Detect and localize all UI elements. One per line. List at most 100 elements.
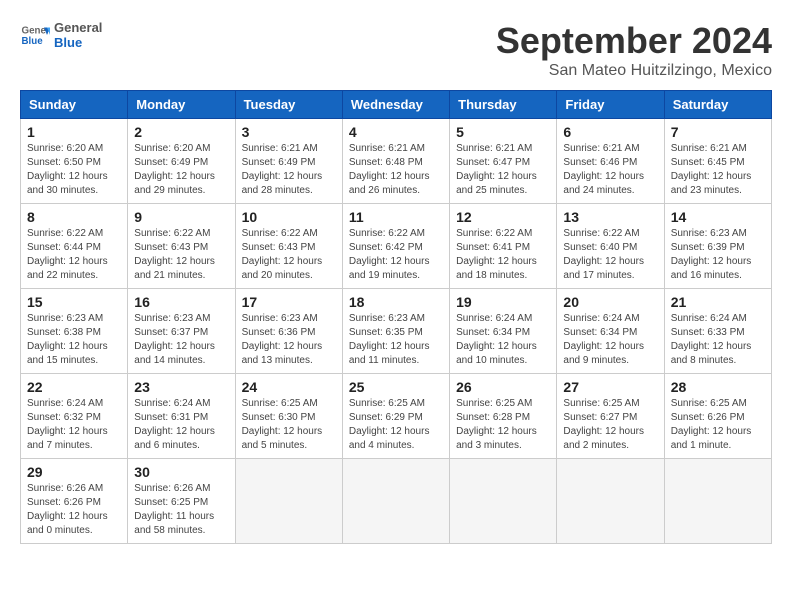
calendar-day: 1 Sunrise: 6:20 AMSunset: 6:50 PMDaylight… bbox=[21, 119, 128, 204]
day-number: 12 bbox=[456, 209, 550, 225]
day-info: Sunrise: 6:24 AMSunset: 6:34 PMDaylight:… bbox=[456, 312, 550, 368]
calendar-day: 5 Sunrise: 6:21 AMSunset: 6:47 PMDaylight… bbox=[450, 119, 557, 204]
week-row: 8Sunrise: 6:22 AMSunset: 6:44 PMDaylight… bbox=[21, 204, 772, 289]
day-number: 26 bbox=[456, 379, 550, 395]
day-number: 1 bbox=[27, 124, 121, 140]
day-number: 20 bbox=[563, 294, 657, 310]
day-info: Sunrise: 6:24 AMSunset: 6:34 PMDaylight:… bbox=[563, 312, 657, 368]
weekday-header-wednesday: Wednesday bbox=[342, 91, 449, 119]
day-number: 7 bbox=[671, 124, 765, 140]
logo-icon: General Blue bbox=[20, 20, 50, 50]
calendar-day: 9 Sunrise: 6:22 AMSunset: 6:43 PMDaylight… bbox=[128, 204, 235, 289]
week-row: 29 Sunrise: 6:26 AMSunset: 6:26 PMDayligh… bbox=[21, 459, 772, 544]
day-number: 5 bbox=[456, 124, 550, 140]
calendar-day: 15Sunrise: 6:23 AMSunset: 6:38 PMDayligh… bbox=[21, 289, 128, 374]
day-info: Sunrise: 6:25 AMSunset: 6:29 PMDaylight:… bbox=[349, 397, 443, 453]
logo-general-text: General bbox=[54, 20, 102, 35]
calendar-day bbox=[235, 459, 342, 544]
day-number: 14 bbox=[671, 209, 765, 225]
day-info: Sunrise: 6:25 AMSunset: 6:28 PMDaylight:… bbox=[456, 397, 550, 453]
header: General Blue General Blue September 2024… bbox=[20, 20, 772, 80]
calendar-day: 3 Sunrise: 6:21 AMSunset: 6:49 PMDaylight… bbox=[235, 119, 342, 204]
day-info: Sunrise: 6:23 AMSunset: 6:36 PMDaylight:… bbox=[242, 312, 336, 368]
day-info: Sunrise: 6:23 AMSunset: 6:37 PMDaylight:… bbox=[134, 312, 228, 368]
day-number: 3 bbox=[242, 124, 336, 140]
calendar-day: 11Sunrise: 6:22 AMSunset: 6:42 PMDayligh… bbox=[342, 204, 449, 289]
calendar-day: 29 Sunrise: 6:26 AMSunset: 6:26 PMDayligh… bbox=[21, 459, 128, 544]
day-number: 27 bbox=[563, 379, 657, 395]
svg-text:Blue: Blue bbox=[22, 36, 44, 47]
day-number: 6 bbox=[563, 124, 657, 140]
calendar-day: 24 Sunrise: 6:25 AMSunset: 6:30 PMDayligh… bbox=[235, 374, 342, 459]
calendar-day: 16Sunrise: 6:23 AMSunset: 6:37 PMDayligh… bbox=[128, 289, 235, 374]
calendar-day bbox=[664, 459, 771, 544]
day-info: Sunrise: 6:22 AMSunset: 6:43 PMDaylight:… bbox=[134, 227, 228, 283]
day-info: Sunrise: 6:24 AMSunset: 6:33 PMDaylight:… bbox=[671, 312, 765, 368]
calendar-day: 12 Sunrise: 6:22 AMSunset: 6:41 PMDayligh… bbox=[450, 204, 557, 289]
day-info: Sunrise: 6:23 AMSunset: 6:39 PMDaylight:… bbox=[671, 227, 765, 283]
location: San Mateo Huitzilzingo, Mexico bbox=[496, 62, 772, 80]
day-number: 30 bbox=[134, 464, 228, 480]
logo-blue-text: Blue bbox=[54, 35, 102, 50]
day-number: 23 bbox=[134, 379, 228, 395]
day-info: Sunrise: 6:21 AMSunset: 6:47 PMDaylight:… bbox=[456, 142, 550, 198]
calendar-day bbox=[557, 459, 664, 544]
calendar-day: 21 Sunrise: 6:24 AMSunset: 6:33 PMDayligh… bbox=[664, 289, 771, 374]
day-info: Sunrise: 6:21 AMSunset: 6:46 PMDaylight:… bbox=[563, 142, 657, 198]
weekday-header-saturday: Saturday bbox=[664, 91, 771, 119]
day-info: Sunrise: 6:22 AMSunset: 6:44 PMDaylight:… bbox=[27, 227, 121, 283]
day-info: Sunrise: 6:21 AMSunset: 6:48 PMDaylight:… bbox=[349, 142, 443, 198]
day-number: 28 bbox=[671, 379, 765, 395]
calendar: SundayMondayTuesdayWednesdayThursdayFrid… bbox=[20, 90, 772, 544]
day-number: 25 bbox=[349, 379, 443, 395]
day-number: 29 bbox=[27, 464, 121, 480]
week-row: 15Sunrise: 6:23 AMSunset: 6:38 PMDayligh… bbox=[21, 289, 772, 374]
day-info: Sunrise: 6:21 AMSunset: 6:45 PMDaylight:… bbox=[671, 142, 765, 198]
day-number: 22 bbox=[27, 379, 121, 395]
day-info: Sunrise: 6:23 AMSunset: 6:38 PMDaylight:… bbox=[27, 312, 121, 368]
week-row: 1 Sunrise: 6:20 AMSunset: 6:50 PMDaylight… bbox=[21, 119, 772, 204]
calendar-day bbox=[450, 459, 557, 544]
day-info: Sunrise: 6:26 AMSunset: 6:26 PMDaylight:… bbox=[27, 482, 121, 538]
day-info: Sunrise: 6:24 AMSunset: 6:32 PMDaylight:… bbox=[27, 397, 121, 453]
calendar-day: 6 Sunrise: 6:21 AMSunset: 6:46 PMDaylight… bbox=[557, 119, 664, 204]
day-number: 21 bbox=[671, 294, 765, 310]
calendar-day: 7 Sunrise: 6:21 AMSunset: 6:45 PMDaylight… bbox=[664, 119, 771, 204]
weekday-header-tuesday: Tuesday bbox=[235, 91, 342, 119]
weekday-header-sunday: Sunday bbox=[21, 91, 128, 119]
calendar-day: 8Sunrise: 6:22 AMSunset: 6:44 PMDaylight… bbox=[21, 204, 128, 289]
day-info: Sunrise: 6:25 AMSunset: 6:27 PMDaylight:… bbox=[563, 397, 657, 453]
day-number: 11 bbox=[349, 209, 443, 225]
title-area: September 2024 San Mateo Huitzilzingo, M… bbox=[496, 20, 772, 80]
calendar-day: 18Sunrise: 6:23 AMSunset: 6:35 PMDayligh… bbox=[342, 289, 449, 374]
logo: General Blue General Blue bbox=[20, 20, 102, 50]
month-title: September 2024 bbox=[496, 20, 772, 62]
day-info: Sunrise: 6:25 AMSunset: 6:30 PMDaylight:… bbox=[242, 397, 336, 453]
calendar-day: 26 Sunrise: 6:25 AMSunset: 6:28 PMDayligh… bbox=[450, 374, 557, 459]
day-info: Sunrise: 6:26 AMSunset: 6:25 PMDaylight:… bbox=[134, 482, 228, 538]
calendar-day: 30 Sunrise: 6:26 AMSunset: 6:25 PMDayligh… bbox=[128, 459, 235, 544]
day-info: Sunrise: 6:23 AMSunset: 6:35 PMDaylight:… bbox=[349, 312, 443, 368]
calendar-day: 28Sunrise: 6:25 AMSunset: 6:26 PMDayligh… bbox=[664, 374, 771, 459]
day-number: 19 bbox=[456, 294, 550, 310]
calendar-day: 19 Sunrise: 6:24 AMSunset: 6:34 PMDayligh… bbox=[450, 289, 557, 374]
day-info: Sunrise: 6:22 AMSunset: 6:41 PMDaylight:… bbox=[456, 227, 550, 283]
calendar-day bbox=[342, 459, 449, 544]
day-number: 9 bbox=[134, 209, 228, 225]
week-row: 22 Sunrise: 6:24 AMSunset: 6:32 PMDayligh… bbox=[21, 374, 772, 459]
calendar-day: 10Sunrise: 6:22 AMSunset: 6:43 PMDayligh… bbox=[235, 204, 342, 289]
calendar-day: 27 Sunrise: 6:25 AMSunset: 6:27 PMDayligh… bbox=[557, 374, 664, 459]
day-number: 2 bbox=[134, 124, 228, 140]
calendar-day: 4Sunrise: 6:21 AMSunset: 6:48 PMDaylight… bbox=[342, 119, 449, 204]
calendar-day: 13Sunrise: 6:22 AMSunset: 6:40 PMDayligh… bbox=[557, 204, 664, 289]
day-info: Sunrise: 6:24 AMSunset: 6:31 PMDaylight:… bbox=[134, 397, 228, 453]
day-number: 24 bbox=[242, 379, 336, 395]
day-number: 17 bbox=[242, 294, 336, 310]
weekday-header-friday: Friday bbox=[557, 91, 664, 119]
day-info: Sunrise: 6:20 AMSunset: 6:50 PMDaylight:… bbox=[27, 142, 121, 198]
calendar-day: 2Sunrise: 6:20 AMSunset: 6:49 PMDaylight… bbox=[128, 119, 235, 204]
day-info: Sunrise: 6:22 AMSunset: 6:43 PMDaylight:… bbox=[242, 227, 336, 283]
day-info: Sunrise: 6:21 AMSunset: 6:49 PMDaylight:… bbox=[242, 142, 336, 198]
calendar-day: 25 Sunrise: 6:25 AMSunset: 6:29 PMDayligh… bbox=[342, 374, 449, 459]
calendar-day: 23 Sunrise: 6:24 AMSunset: 6:31 PMDayligh… bbox=[128, 374, 235, 459]
